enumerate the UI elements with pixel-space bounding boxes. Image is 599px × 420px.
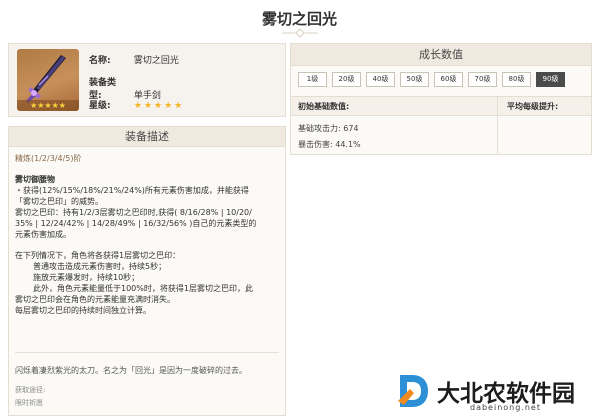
level-tab[interactable]: 20级	[332, 72, 361, 87]
source-value: 限时祈愿	[15, 399, 43, 407]
desc-line: 雾切之巴印：持有1/2/3层雾切之巴印时,获得( 8/16/28% | 10/2…	[15, 208, 252, 217]
level-tab-active[interactable]: 90级	[536, 72, 565, 87]
description-header: 装备描述	[9, 127, 285, 147]
rarity-stars: ★★★★★	[133, 101, 185, 111]
stats-table-header: 初始基础数值: 平均每级提升:	[291, 96, 591, 116]
rarity-label: 星级:	[89, 101, 111, 111]
level-tabs: 1级 20级 40级 50级 60级 70级 80级 90级	[298, 72, 565, 87]
level-tab[interactable]: 40级	[366, 72, 395, 87]
desc-line: 雾切之巴印会在角色的元素能量充满时消失。	[15, 295, 175, 304]
divider	[15, 352, 279, 353]
refine-selector[interactable]: 精炼(1/2/3/4/5)阶	[9, 147, 285, 164]
desc-line: 施放元素爆发时，持续10秒；	[33, 273, 140, 282]
watermark-url: dabeinong.net	[470, 403, 541, 412]
stat-crit-dmg: 暴击伤害: 44.1%	[298, 140, 361, 149]
description-panel: 装备描述 精炼(1/2/3/4/5)阶 雾切御腰物 ・获得(12%/15%/18…	[8, 126, 286, 416]
desc-line: 此外，角色元素能量低于100%时，将获得1层雾切之巴印，此	[33, 284, 253, 293]
level-tab[interactable]: 50级	[400, 72, 429, 87]
weapon-image: ★★★★★	[17, 49, 79, 111]
desc-line: 「雾切之巴印」的威势。	[15, 197, 103, 206]
level-tab[interactable]: 80级	[502, 72, 531, 87]
stat-attack: 基础攻击力: 674	[298, 124, 359, 133]
base-stats-title: 初始基础数值:	[298, 102, 350, 111]
growth-header: 成长数值	[291, 44, 591, 66]
name-value: 雾切之回光	[133, 56, 179, 66]
avg-growth-title: 平均每级提升:	[507, 102, 559, 111]
weapon-info-card: ★★★★★ 名称: 雾切之回光 装备类型: 单手剑 星级: ★★★★★	[8, 43, 286, 117]
desc-line: 35% | 12/24/42% | 14/28/49% | 16/32/56% …	[15, 219, 257, 228]
level-tab[interactable]: 60级	[434, 72, 463, 87]
level-tab[interactable]: 70级	[468, 72, 497, 87]
image-rarity-stars: ★★★★★	[30, 101, 66, 110]
watermark-logo-icon	[398, 375, 428, 407]
level-tab[interactable]: 1级	[298, 72, 327, 87]
passive-name: 雾切御腰物	[15, 175, 55, 184]
source-label: 获取途径:	[15, 386, 46, 394]
desc-line: 普通攻击造成元素伤害时，持续5秒；	[33, 262, 167, 271]
desc-line: ・获得(12%/15%/18%/21%/24%)所有元素伤害加成，并能获得	[15, 186, 249, 195]
growth-stats-panel: 成长数值 1级 20级 40级 50级 60级 70级 80级 90级 初始基础…	[290, 43, 592, 155]
name-label: 名称:	[89, 56, 111, 66]
description-body: 雾切御腰物 ・获得(12%/15%/18%/21%/24%)所有元素伤害加成，并…	[9, 174, 285, 316]
desc-line: 每层雾切之巴印的持续时间独立计算。	[15, 306, 151, 315]
desc-line: 在下列情况下，角色将各获得1层雾切之巴印：	[15, 251, 181, 260]
desc-line: 元素伤害加成。	[15, 230, 71, 239]
flavor-text: 闪烁着凄烈紫光的太刀。名之为「回光」是因为一度破碎的过去。	[15, 366, 247, 375]
page-title: 雾切之回光	[261, 10, 337, 28]
column-divider	[497, 96, 498, 154]
title-ornament-icon	[282, 28, 318, 38]
